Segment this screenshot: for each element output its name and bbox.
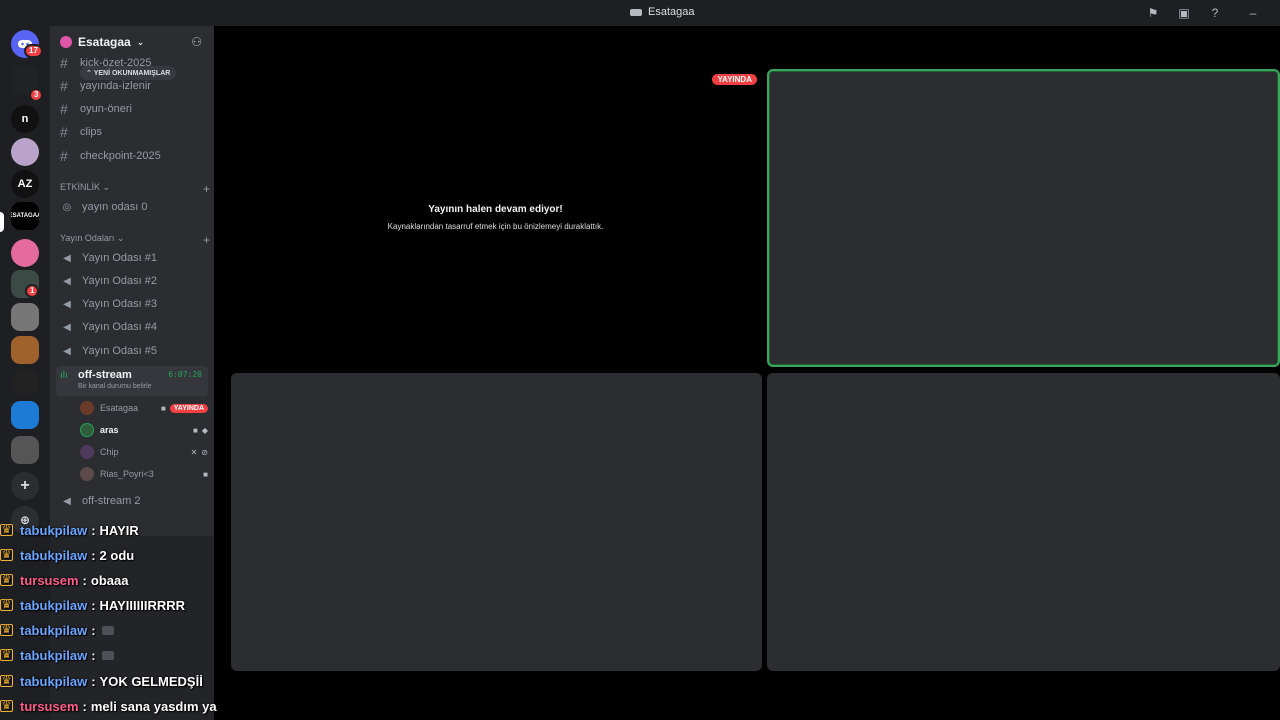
stage-channel[interactable]: ◎ yayın odası 0 [60,197,210,217]
server-avatar[interactable] [11,239,39,267]
server-badge: 1 [25,284,40,298]
speaker-icon: ◀ [63,321,71,333]
guild-icon [60,36,72,48]
live-badge: YAYINDA [169,403,208,413]
stream-tile-paused[interactable]: YAYINDA Yayının halen devam ediyor! Kayn… [230,70,761,367]
window-title: Esatagaa [630,6,694,18]
minimize-icon[interactable]: – [1246,6,1260,20]
chat-message: ♛ tabukpilaw: YOK GELMEDŞİİ [0,673,203,689]
hash-icon: # [60,78,68,94]
avatar [80,467,94,481]
category-event[interactable]: ETKİNLİK ⌄ + [60,182,210,196]
video-tile[interactable] [767,373,1280,671]
hash-icon: # [60,101,68,117]
speaker-icon: ◀ [63,298,71,310]
hash-icon: # [60,124,68,140]
crown-icon: ♛ [0,598,13,611]
emote-icon [101,625,114,635]
hash-icon: # [60,148,68,164]
channel-item[interactable]: # oyun-öneri [60,99,210,119]
app-icon: ◆ [201,425,208,435]
voice-channel[interactable]: ◀ Yayın Odası #4 [60,317,210,337]
add-member-icon[interactable]: ⚇ [191,35,202,49]
deafened-icon: ⊘ [201,447,208,457]
crown-icon: ♛ [0,548,13,561]
emote-icon [101,650,114,660]
camera-icon: ■ [193,425,198,435]
crown-icon: ♛ [0,573,13,586]
channel-item[interactable]: # clips [60,122,210,142]
flag-icon[interactable]: ⚑ [1146,6,1160,20]
voice-channel[interactable]: ◀ Yayın Odası #1 [60,248,210,268]
crown-icon: ♛ [0,523,13,536]
chat-message: ♛ tabukpilaw:2 odu [0,547,135,563]
voice-channel[interactable]: ◀ Yayın Odası #3 [60,294,210,314]
voice-channel[interactable]: ◀ Yayın Odası #2 [60,271,210,291]
video-tile[interactable] [231,373,762,671]
inbox-icon[interactable]: ▣ [1177,6,1191,20]
server-avatar[interactable] [11,336,39,364]
server-avatar[interactable] [11,303,39,331]
voice-user[interactable]: Chip ✕ ⊘ [80,442,208,462]
chat-message: ♛ tursusem: meli sana yasdım ya [0,698,217,714]
mic-muted-icon: ✕ [190,447,198,457]
add-channel-icon[interactable]: + [203,233,210,247]
add-server-icon[interactable]: + [11,472,39,500]
avatar [80,423,94,437]
chat-message: ♛ tabukpilaw: [0,618,114,642]
hash-icon: # [60,55,68,71]
voice-channel[interactable]: ◀ off-stream 2 [60,491,210,511]
server-n[interactable]: n [11,105,39,133]
voice-channel[interactable]: ◀ Yayın Odası #5 [60,341,210,361]
active-voice-channel[interactable]: ılı off-stream 6:07:20 Bir kanal durumu … [56,366,208,396]
stage-icon: ◎ [62,201,72,213]
channel-status[interactable]: Bir kanal durumu belirle [78,383,152,390]
chat-message: ♛ tabukpilaw: HAYIIIIIIRRRR [0,597,186,613]
speaker-icon: ◀ [63,252,71,264]
crown-icon: ♛ [0,623,13,636]
server-avatar[interactable] [11,369,39,397]
server-esatagaa[interactable]: ESATAGAA [11,202,39,230]
speaker-icon: ◀ [63,345,71,357]
voice-user[interactable]: Rias_Poyri<3 ■ [80,464,208,484]
channel-item[interactable]: # yayında-izlenir [60,76,210,96]
avatar [80,445,94,459]
chat-message: ♛ tursusem: obaaa [0,572,129,588]
add-channel-icon[interactable]: + [203,182,210,196]
paused-title: Yayının halen devam ediyor! [428,204,563,215]
voice-user[interactable]: aras ■ ◆ [80,420,208,440]
avatar [80,401,94,415]
crown-icon: ♛ [0,648,13,661]
channel-item[interactable]: # checkpoint-2025 [60,146,210,166]
server-badge: 3 [29,88,44,102]
server-avatar[interactable] [11,138,39,166]
speaker-icon: ◀ [63,275,71,287]
chat-message: ♛ tabukpilaw: [0,643,114,667]
video-grid: YAYINDA Yayının halen devam ediyor! Kayn… [214,26,1280,720]
server-folder[interactable] [11,436,39,464]
server-avatar[interactable] [11,401,39,429]
speaker-icon: ◀ [63,495,71,507]
crown-icon: ♛ [0,699,13,712]
camera-icon: ■ [203,469,208,479]
voice-user[interactable]: Esatagaa ■ YAYINDA [80,398,208,418]
home-badge: 17 [24,44,43,58]
crown-icon: ♛ [0,674,13,687]
title-bar: Esatagaa ⚑ ▣ ? – [0,0,1280,26]
category-streams[interactable]: Yayın Odaları ⌄ + [60,233,210,247]
selected-pill [0,212,4,232]
video-tile-speaking[interactable] [767,69,1280,367]
server-az[interactable]: AZ [11,170,39,198]
chat-message: ♛ tabukpilaw: HAYIR [0,522,139,538]
server-logo-icon [630,8,642,16]
voice-activity-icon: ılı [60,370,68,381]
help-icon[interactable]: ? [1208,6,1222,20]
live-label: YAYINDA [712,74,757,85]
camera-icon: ■ [160,403,166,413]
chevron-down-icon: ⌄ [136,36,145,47]
paused-subtitle: Kaynaklarından tasarruf etmek için bu ön… [387,222,604,231]
